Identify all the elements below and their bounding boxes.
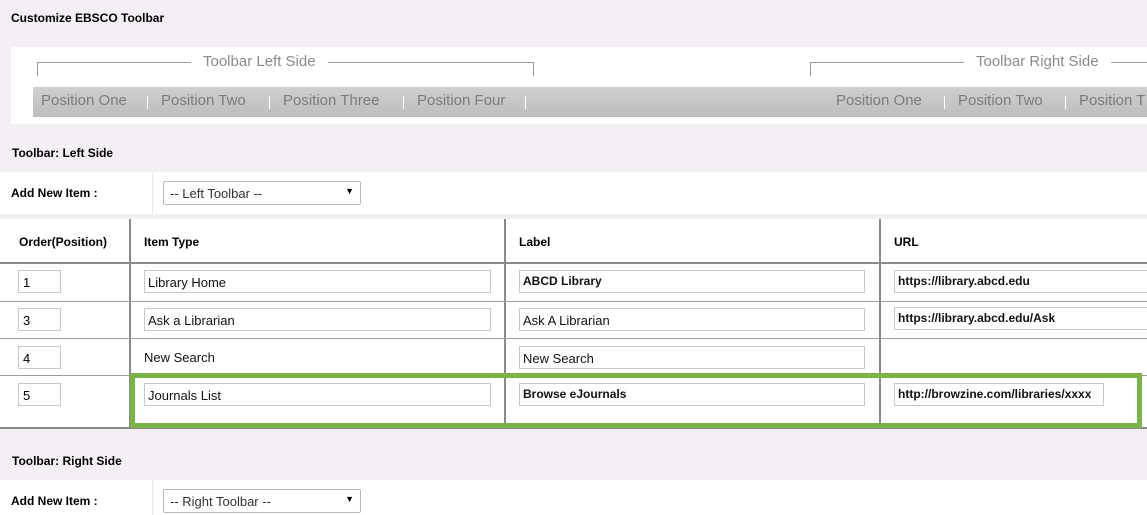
url-input[interactable]: https://library.abcd.edu/Ask [894, 307, 1147, 330]
divider [152, 172, 153, 214]
left-section-heading: Toolbar: Left Side [12, 146, 114, 160]
right-position-two: Position Two [958, 92, 1043, 109]
right-position-three: Position T [1079, 92, 1146, 109]
toolbar-preview: Toolbar Left Side Toolbar Right Side Pos… [11, 47, 1147, 124]
column-divider [879, 219, 881, 429]
item-type-text: New Search [144, 350, 215, 365]
row-divider [0, 375, 1147, 376]
left-add-item-row: Add New Item : -- Left Toolbar -- ▼ [0, 172, 1147, 214]
label-input[interactable]: New Search [519, 346, 865, 369]
order-input[interactable]: 5 [18, 383, 61, 406]
separator [1065, 96, 1066, 109]
separator [269, 96, 270, 109]
item-type-input[interactable]: Journals List [144, 383, 491, 406]
label-input[interactable]: ABCD Library [519, 270, 865, 293]
order-input[interactable]: 4 [18, 346, 61, 369]
table-header-row: Order(Position) Item Type Label URL [0, 219, 1147, 263]
left-position-three: Position Three [283, 92, 380, 109]
label-input[interactable]: Browse eJournals [519, 383, 865, 406]
left-toolbar-select-value: -- Left Toolbar -- [170, 186, 263, 201]
item-type-input[interactable]: Ask a Librarian [144, 308, 491, 331]
separator [944, 96, 945, 109]
label-input[interactable]: Ask A Librarian [519, 308, 865, 331]
left-toolbar-select[interactable]: -- Left Toolbar -- ▼ [163, 181, 361, 205]
column-divider [129, 219, 131, 429]
left-side-title: Toolbar Left Side [191, 53, 328, 70]
url-input[interactable]: http://browzine.com/libraries/xxxx [894, 383, 1104, 406]
header-url: URL [894, 235, 919, 249]
order-input[interactable]: 3 [18, 308, 61, 331]
left-add-item-label: Add New Item : [11, 186, 98, 200]
column-divider [504, 219, 506, 429]
separator [525, 96, 526, 109]
right-add-item-label: Add New Item : [11, 494, 98, 508]
row-divider [0, 427, 1147, 429]
right-add-item-row: Add New Item : -- Right Toolbar -- ▼ [0, 480, 1147, 515]
header-order: Order(Position) [19, 235, 108, 249]
divider [152, 480, 153, 515]
position-bar: Position One Position Two Position Three… [33, 87, 1147, 117]
dropdown-arrow-icon: ▼ [345, 186, 354, 196]
right-side-title: Toolbar Right Side [964, 53, 1111, 70]
page-title: Customize EBSCO Toolbar [11, 11, 165, 25]
right-position-one: Position One [836, 92, 922, 109]
right-section-heading: Toolbar: Right Side [12, 454, 122, 468]
toolbar-items-table: Order(Position) Item Type Label URL 1 Li… [0, 219, 1147, 429]
right-toolbar-select-value: -- Right Toolbar -- [170, 494, 271, 509]
header-label: Label [519, 235, 551, 249]
left-position-one: Position One [41, 92, 127, 109]
separator [403, 96, 404, 109]
left-position-four: Position Four [417, 92, 506, 109]
row-divider [0, 338, 1147, 339]
order-input[interactable]: 1 [18, 270, 61, 293]
item-type-input[interactable]: Library Home [144, 270, 491, 293]
row-divider [0, 301, 1147, 302]
url-input[interactable]: https://library.abcd.edu [894, 270, 1147, 293]
dropdown-arrow-icon: ▼ [345, 494, 354, 504]
row-divider [0, 262, 1147, 264]
header-item-type: Item Type [144, 235, 200, 249]
separator [147, 96, 148, 109]
right-toolbar-select[interactable]: -- Right Toolbar -- ▼ [163, 489, 361, 513]
left-position-two: Position Two [161, 92, 246, 109]
